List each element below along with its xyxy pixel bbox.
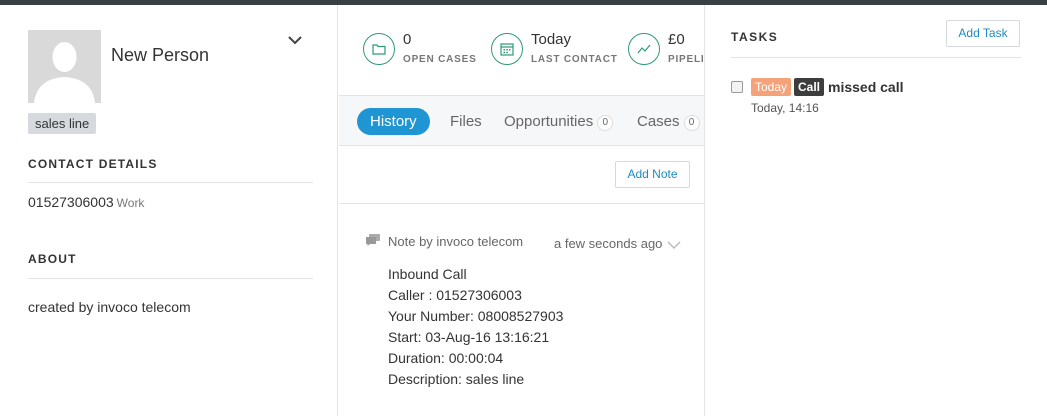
chevron-down-icon[interactable] (667, 238, 681, 253)
stat-label: OPEN CASES (403, 54, 477, 65)
tasks-panel: TASKS Add Task Today Call missed call To… (706, 5, 1047, 416)
tab-opportunities[interactable]: Opportunities 0 (504, 108, 614, 135)
tab-files[interactable]: Files (450, 108, 482, 135)
stat-value: Today (531, 31, 572, 48)
task-time: Today, 14:16 (751, 101, 819, 115)
tab-label: Opportunities (504, 113, 594, 130)
about-text: created by invoco telecom (28, 299, 191, 315)
note-line: Description: sales line (388, 371, 525, 387)
folder-icon (363, 33, 395, 65)
tab-label: Cases (637, 113, 680, 130)
calendar-icon (491, 33, 523, 65)
contact-panel: New Person sales line CONTACT DETAILS 01… (0, 5, 338, 416)
note-line: Duration: 00:00:04 (388, 350, 504, 366)
contact-tag[interactable]: sales line (28, 113, 97, 134)
phone-type: Work (116, 196, 145, 210)
person-silhouette-icon (28, 30, 101, 103)
note-line: Your Number: 08008527903 (388, 308, 564, 324)
stat-value: £0 (668, 31, 685, 48)
stat-value: 0 (403, 31, 412, 48)
comment-icon (366, 234, 380, 249)
task-title[interactable]: missed call (828, 79, 904, 95)
note-time: a few seconds ago (554, 236, 663, 251)
task-type-badge: Call (794, 78, 825, 96)
phone-number: 01527306003 Work (28, 194, 144, 210)
divider (28, 182, 313, 183)
tabs-bar: History Files Opportunities 0 Cases 0 (339, 95, 704, 146)
note-author: Note by invoco telecom (388, 234, 524, 249)
about-title: ABOUT (28, 252, 77, 266)
due-badge: Today (751, 78, 792, 96)
count-badge: 0 (597, 115, 614, 131)
count-badge: 0 (683, 115, 700, 131)
task-checkbox[interactable] (731, 81, 743, 93)
person-name: New Person (111, 45, 210, 65)
contact-details-title: CONTACT DETAILS (28, 157, 158, 171)
chart-line-icon (628, 33, 660, 65)
divider (28, 278, 313, 279)
divider (731, 57, 1021, 58)
chevron-down-icon[interactable] (286, 31, 304, 49)
avatar (28, 30, 101, 103)
stat-label: PIPELINE (668, 54, 705, 65)
add-task-button[interactable]: Add Task (946, 20, 1020, 47)
stat-label: LAST CONTACT (531, 54, 618, 65)
tab-history[interactable]: History (357, 108, 430, 135)
tasks-title: TASKS (731, 30, 779, 44)
note-line: Inbound Call (388, 266, 467, 282)
note-line: Caller : 01527306003 (388, 287, 522, 303)
tab-cases[interactable]: Cases 0 (637, 108, 700, 135)
phone-value[interactable]: 01527306003 (28, 194, 114, 210)
note-line: Start: 03-Aug-16 13:16:21 (388, 329, 550, 345)
divider (339, 203, 704, 204)
add-note-button[interactable]: Add Note (615, 161, 690, 188)
main-panel: 0 OPEN CASES Today LAST CONTACT £0 PIPEL… (339, 5, 705, 416)
